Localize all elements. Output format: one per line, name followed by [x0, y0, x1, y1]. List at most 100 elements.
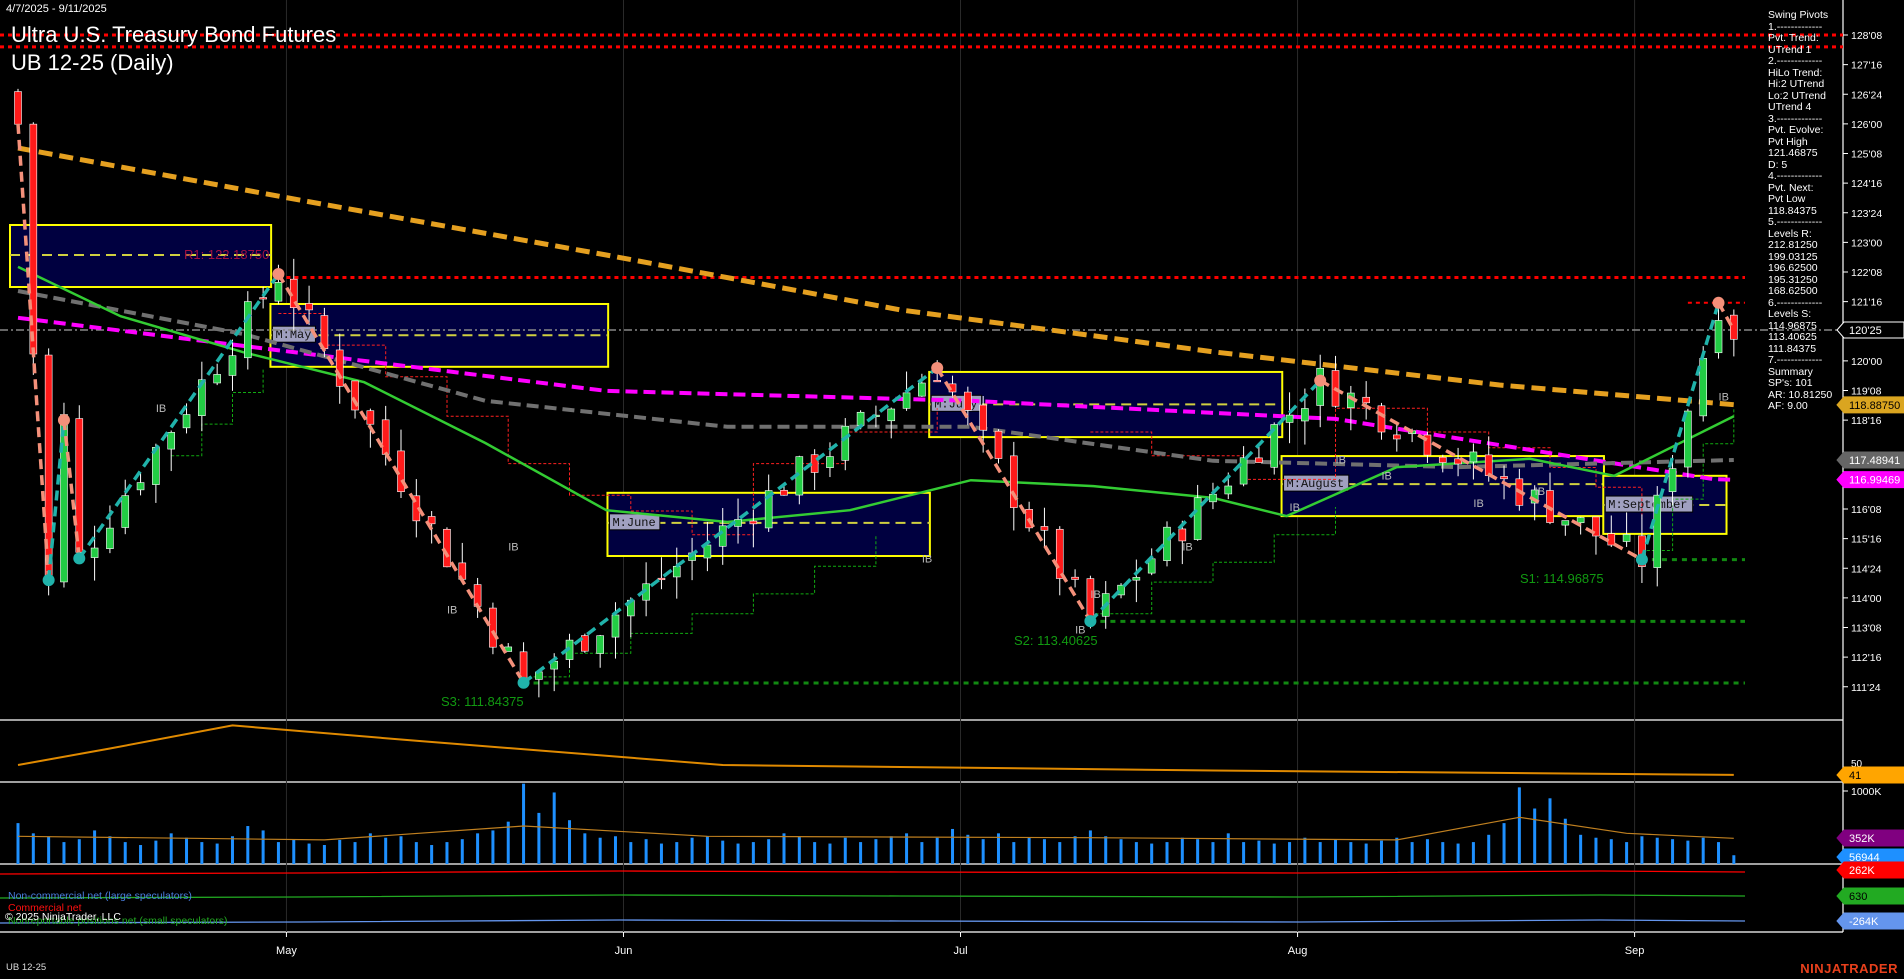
volume-bar [783, 833, 786, 864]
volume-bar [1656, 838, 1659, 864]
volume-bar [1273, 844, 1276, 864]
chart-title: Ultra U.S. Treasury Bond Futures [11, 22, 336, 48]
volume-bar [951, 829, 954, 864]
info-line: Swing Pivots [1768, 10, 1832, 22]
current-price-tag: 120'25 [1849, 325, 1882, 337]
indicator-value-tag: 117.48941 [1849, 455, 1900, 467]
ib-label: IB [1336, 455, 1346, 467]
ib-label: IB [1290, 502, 1300, 514]
candle-down [1501, 476, 1508, 478]
candle-up [1562, 521, 1569, 526]
volume-bar [1579, 835, 1582, 864]
volume-bar [32, 833, 35, 864]
swing-pivots-panel: Swing Pivots1.-------------Pvt. Trend:UT… [1768, 10, 1832, 413]
volume-bar [1288, 842, 1291, 864]
volume-bar [1457, 844, 1460, 864]
candle-up [214, 374, 221, 383]
cot-line [0, 920, 1745, 923]
candle-up [1301, 408, 1308, 420]
volume-bar [323, 845, 326, 864]
volume-bar [1196, 839, 1199, 864]
volume-bar [47, 836, 50, 864]
swing-high-marker [931, 362, 943, 374]
candle-down [1439, 457, 1446, 462]
volume-bar [874, 839, 877, 864]
price-chart[interactable]: MayJunJulAugSepM:MayM:JuneM:JulyM:August… [0, 0, 1904, 979]
candle-down [1179, 529, 1186, 541]
candle-up [1240, 458, 1247, 484]
ib-label: IB [156, 403, 166, 415]
volume-bar [614, 836, 617, 864]
volume-bar [445, 842, 448, 864]
swing-low-marker [1084, 615, 1096, 627]
cot-line [0, 895, 1745, 898]
volume-bar [1074, 836, 1077, 864]
volume-average-line [18, 817, 1734, 840]
candle-down [781, 490, 788, 495]
volume-bar [1104, 836, 1107, 864]
swing-low-marker [518, 677, 530, 689]
candle-down [306, 303, 313, 309]
candle-up [1225, 486, 1232, 494]
price-tick-label: 126'00 [1851, 119, 1882, 131]
volume-bar [660, 844, 663, 864]
date-range: 4/7/2025 - 9/11/2025 [6, 3, 107, 15]
volume-bar [1012, 842, 1015, 864]
candle-down [1393, 435, 1400, 439]
volume-bar [828, 844, 831, 864]
volume-bar [1150, 844, 1153, 864]
volume-bar [491, 830, 494, 864]
candle-up [122, 496, 129, 528]
volume-bar [813, 842, 816, 864]
oscillator-line [18, 725, 1734, 775]
volume-bar [629, 842, 632, 864]
volume-bar [1120, 839, 1123, 864]
candle-down [934, 380, 941, 382]
candle-down [260, 298, 267, 300]
candle-down [1485, 455, 1492, 476]
price-tick-label: 114'24 [1851, 563, 1882, 575]
volume-bar [292, 839, 295, 864]
candle-up [903, 393, 910, 408]
price-tick-label: 114'00 [1851, 593, 1882, 605]
candle-down [382, 420, 389, 455]
volume-bar [369, 833, 372, 864]
candle-up [1133, 577, 1140, 580]
volume-bar [1625, 842, 1628, 864]
candle-up [168, 432, 175, 449]
volume-bar [1395, 838, 1398, 864]
ib-label: IB [447, 605, 457, 617]
volume-bar [1028, 838, 1031, 864]
month-label-may: May [276, 945, 297, 957]
swing-low-marker [43, 574, 55, 586]
volume-bar [1533, 809, 1536, 864]
volume-bar [706, 836, 709, 864]
info-line: Pvt Low [1768, 194, 1832, 206]
info-line: 121.46875 [1768, 148, 1832, 160]
candle-up [244, 302, 251, 358]
candle-down [1363, 397, 1370, 403]
price-tick-label: 122'08 [1851, 267, 1882, 279]
volume-bar [1227, 833, 1230, 864]
volume-bar [737, 844, 740, 864]
ib-label: IB [1381, 470, 1391, 482]
candle-up [826, 457, 833, 468]
volume-bar [400, 836, 403, 864]
volume-bar [154, 841, 157, 864]
volume-bar [461, 839, 464, 864]
price-tick-label: 119'08 [1851, 386, 1882, 398]
volume-bar [1487, 835, 1490, 864]
volume-bar [645, 839, 648, 864]
info-line: Hi:2 UTrend [1768, 79, 1832, 91]
volume-bar [1671, 839, 1674, 864]
chart-subtitle: UB 12-25 (Daily) [11, 50, 174, 76]
volume-bar [1303, 838, 1306, 864]
volume-bar [262, 830, 265, 864]
candle-down [750, 521, 757, 524]
volume-bar [1717, 842, 1720, 864]
price-tick-label: 115'16 [1851, 534, 1882, 546]
candle-up [612, 615, 619, 637]
candle-down [995, 431, 1002, 458]
footer-symbol: UB 12-25 [6, 962, 46, 973]
candle-up [918, 383, 925, 396]
